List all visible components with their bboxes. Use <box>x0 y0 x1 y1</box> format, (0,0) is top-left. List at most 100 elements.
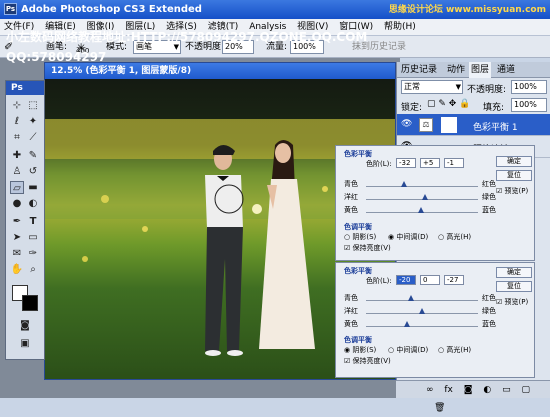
hand-tool-icon[interactable]: ✋ <box>10 263 24 276</box>
level-input-3[interactable]: -1 <box>444 158 464 168</box>
type-tool-icon[interactable]: T <box>26 215 40 228</box>
healing-tool-icon[interactable]: ✚ <box>10 149 24 162</box>
eraser-tool-icon[interactable]: ▱ <box>10 181 24 194</box>
layer-opacity-value: 100% <box>514 82 537 91</box>
yellow-blue-slider[interactable] <box>418 207 425 213</box>
level-input-1[interactable]: -32 <box>396 158 416 168</box>
shape-tool-icon[interactable]: ▭ <box>26 231 40 244</box>
history-brush-icon[interactable]: ↺ <box>26 165 40 178</box>
marquee-tool-icon[interactable]: ⬚ <box>26 99 40 112</box>
level-input-1[interactable]: -20 <box>396 275 416 285</box>
level-input-2[interactable]: +5 <box>420 158 440 168</box>
highlights-radio[interactable]: ○ 高光(H) <box>438 232 471 242</box>
highlights-label: 高光(H) <box>446 346 472 354</box>
blend-mode-value: 正常 <box>404 82 420 91</box>
new-adjustment-icon[interactable]: ◐ <box>483 385 491 395</box>
tone-balance-title: 色调平衡 <box>344 336 372 344</box>
magenta-green-slider[interactable] <box>421 194 428 200</box>
lock-icons[interactable]: ▢ ✎ ✥ 🔒 <box>427 99 470 109</box>
dodge-tool-icon[interactable]: ◐ <box>26 197 40 210</box>
chevron-down-icon: ▼ <box>455 83 461 91</box>
cyan-red-slider[interactable] <box>407 295 414 301</box>
path-select-icon[interactable]: ➤ <box>10 231 24 244</box>
layer-row-selected[interactable]: 👁 ⚖ 色彩平衡 1 <box>397 114 550 136</box>
fill-label: 填充: <box>483 103 505 113</box>
green-label: 绿色 <box>482 193 496 201</box>
layer-style-icon[interactable]: fx <box>444 385 453 395</box>
cyan-red-track[interactable] <box>366 186 478 187</box>
panel-tabs: 历史记录 动作 图层 通道 <box>397 62 550 78</box>
preserve-luminosity-checkbox[interactable]: ☑ 保持亮度(V) <box>344 243 391 253</box>
level-label: 色阶(L): <box>366 160 392 168</box>
layer-opacity-input[interactable]: 100% <box>511 80 547 94</box>
yellow-blue-track[interactable] <box>366 326 478 327</box>
layer-mask-thumbnail[interactable] <box>441 117 457 133</box>
color-balance-dialog-1: 色彩平衡 色阶(L): -32 +5 -1 青色 红色 洋红 绿色 黄色 蓝色 … <box>335 145 535 261</box>
layers-panel-footer: ∞ fx ◙ ◐ ▭ ▢ 🗑 <box>396 380 550 413</box>
stamp-tool-icon[interactable]: ♙ <box>10 165 24 178</box>
cyan-red-track[interactable] <box>366 300 478 301</box>
shadows-radio[interactable]: ◉ 阴影(S) <box>344 345 376 355</box>
red-label: 红色 <box>482 180 496 188</box>
reset-button[interactable]: 复位 <box>496 281 532 292</box>
midtones-label: 中间调(D) <box>396 233 429 241</box>
notes-tool-icon[interactable]: ✉ <box>10 247 24 260</box>
pen-tool-icon[interactable]: ✒ <box>10 215 24 228</box>
magic-wand-icon[interactable]: ✦ <box>26 115 40 128</box>
menu-help[interactable]: 帮助(H) <box>380 19 420 36</box>
midtones-radio[interactable]: ○ 中间调(D) <box>388 345 428 355</box>
cyan-label: 青色 <box>344 294 358 302</box>
brush-tool-icon[interactable]: ✎ <box>26 149 40 162</box>
preview-checkbox[interactable]: ☑ 预览(P) <box>496 297 528 307</box>
tab-layers[interactable]: 图层 <box>469 62 492 78</box>
preview-label: 预览(P) <box>504 187 529 195</box>
tab-actions[interactable]: 动作 <box>445 62 467 78</box>
crop-tool-icon[interactable]: ⌗ <box>10 131 24 144</box>
move-tool-icon[interactable]: ⊹ <box>10 99 24 112</box>
shadows-radio[interactable]: ○ 阴影(S) <box>344 232 376 242</box>
fill-input[interactable]: 100% <box>511 98 547 112</box>
preview-checkbox[interactable]: ☑ 预览(P) <box>496 186 528 196</box>
gradient-tool-icon[interactable]: ▬ <box>26 181 40 194</box>
preview-label: 预览(P) <box>504 298 529 306</box>
cyan-label: 青色 <box>344 180 358 188</box>
zoom-tool-icon[interactable]: ⌕ <box>26 263 40 276</box>
document-title[interactable]: 12.5% (色彩平衡 1, 图层蒙版/8) <box>45 63 395 79</box>
tab-history[interactable]: 历史记录 <box>399 62 439 78</box>
slice-tool-icon[interactable]: ⟋ <box>26 131 40 144</box>
lasso-tool-icon[interactable]: ℓ <box>10 115 24 128</box>
background-color-swatch[interactable] <box>22 295 38 311</box>
preserve-label: 保持亮度(V) <box>352 244 391 252</box>
yellow-blue-slider[interactable] <box>403 321 410 327</box>
blend-mode-select[interactable]: 正常 ▼ <box>401 80 463 94</box>
add-mask-icon[interactable]: ◙ <box>464 385 473 395</box>
tutorial-url-text: 小左数码网络教程地址:HTTP://578094297.QZONE.QQ.COM <box>6 30 368 44</box>
layer-name[interactable]: 色彩平衡 1 <box>473 120 518 133</box>
link-layers-icon[interactable]: ∞ <box>426 385 434 395</box>
tab-channels[interactable]: 通道 <box>495 62 517 78</box>
trash-icon[interactable]: 🗑 <box>434 403 445 413</box>
toolbox: Ps ⊹ ⬚ ℓ ✦ ⌗ ⟋ ✚ ✎ ♙ ↺ ▱ ▬ ● ◐ ✒ T ➤ ▭ ✉… <box>5 80 45 360</box>
quick-mask-icon[interactable]: ◙ <box>18 319 32 332</box>
cyan-red-slider[interactable] <box>401 181 408 187</box>
highlights-radio[interactable]: ○ 高光(H) <box>438 345 471 355</box>
ok-button[interactable]: 确定 <box>496 267 532 278</box>
preserve-luminosity-checkbox[interactable]: ☑ 保持亮度(V) <box>344 356 391 366</box>
new-group-icon[interactable]: ▭ <box>502 385 511 395</box>
blur-tool-icon[interactable]: ● <box>10 197 24 210</box>
blue-label: 蓝色 <box>482 206 496 214</box>
magenta-green-slider[interactable] <box>419 308 425 314</box>
eye-icon[interactable]: 👁 <box>401 119 412 129</box>
reset-button[interactable]: 复位 <box>496 170 532 181</box>
eyedropper-icon[interactable]: ✑ <box>26 247 40 260</box>
ok-button[interactable]: 确定 <box>496 156 532 167</box>
level-input-3[interactable]: -27 <box>444 275 464 285</box>
shadows-label: 阴影(S) <box>352 233 377 241</box>
screen-mode-icon[interactable]: ▣ <box>18 337 32 350</box>
new-layer-icon[interactable]: ▢ <box>521 385 530 395</box>
yellow-label: 黄色 <box>344 320 358 328</box>
highlights-label: 高光(H) <box>446 233 472 241</box>
level-input-2[interactable]: 0 <box>420 275 440 285</box>
midtones-radio[interactable]: ◉ 中间调(D) <box>388 232 428 242</box>
app-title: Adobe Photoshop CS3 Extended <box>21 4 202 15</box>
